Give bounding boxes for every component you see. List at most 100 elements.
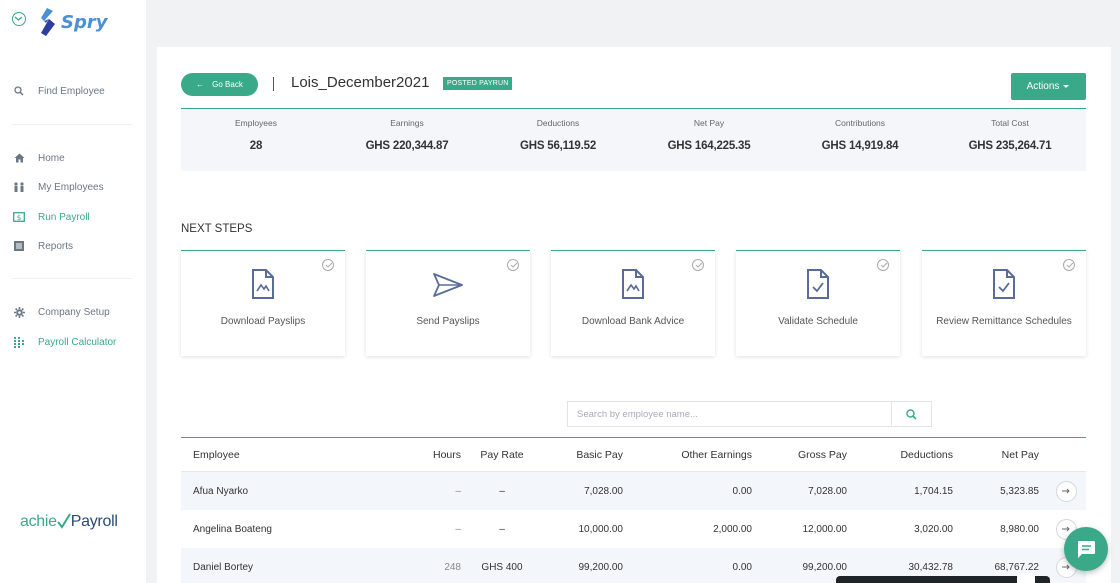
basic-pay-value: 10,000.00 [578,523,624,535]
chevron-up-icon [1017,573,1035,583]
summary-label: Net Pay [693,118,725,128]
summary-employees: Employees 28 [181,109,331,152]
arrow-right-icon [1062,488,1070,494]
arrow-left-icon: ← [196,80,205,89]
sidebar-item-label: Run Payroll [38,211,90,223]
hours-value: – [455,485,461,497]
summary-label: Contributions [834,118,886,128]
step-label: Download Payslips [220,316,306,327]
go-back-button[interactable]: ← Go Back [181,73,258,96]
summary-label: Employees [234,118,278,128]
sidebar-item-run-payroll[interactable]: $ Run Payroll [13,211,90,223]
check-circle-icon [877,259,889,271]
sidebar-item-label: My Employees [38,181,104,193]
col-net-pay: Net Pay [1001,448,1039,461]
summary-net-pay: Net Pay GHS 164,225.35 [634,109,784,152]
other-earnings-value: 2,000.00 [713,523,752,535]
col-other-earnings: Other Earnings [681,448,752,461]
footer-brand-logo: achie Payroll [20,513,118,530]
people-icon [13,181,25,193]
sidebar-item-reports[interactable]: Reports [13,240,73,252]
collapse-toggle-icon[interactable] [12,12,26,26]
svg-text:$: $ [17,214,21,222]
hours-value: – [455,523,461,535]
summary-label: Deductions [536,118,580,128]
payrun-detail-panel: ← Go Back Lois_December2021 POSTED PAYRU… [157,47,1111,583]
payrun-summary: Employees 28 Earnings GHS 220,344.87 Ded… [181,108,1086,171]
sidebar-divider [12,124,132,125]
gear-icon [13,306,25,318]
calculator-icon [13,336,25,348]
hours-value: 248 [444,561,461,573]
validate-document-icon [806,269,830,304]
other-earnings-value: 0.00 [732,561,752,573]
search-button[interactable] [891,402,931,426]
other-earnings-value: 0.00 [732,485,752,497]
status-badge: POSTED PAYRUN [443,77,513,90]
summary-value: GHS 220,344.87 [365,140,449,152]
employee-search [567,401,932,427]
home-icon [13,152,25,164]
step-card-send-payslips[interactable]: Send Payslips [366,250,530,356]
sidebar-item-label: Reports [38,240,74,252]
remittance-document-icon [992,269,1016,304]
col-pay-rate: Pay Rate [480,448,524,461]
bottom-drawer-handle[interactable] [836,573,1050,583]
sidebar-item-find-employee[interactable]: Find Employee [13,85,105,97]
table-header: Employee Hours Pay Rate Basic Pay Other … [181,438,1086,472]
payslip-document-icon [251,269,275,304]
search-icon [906,408,917,420]
summary-label: Total Cost [991,118,1029,128]
sidebar-item-label: Find Employee [38,85,105,97]
step-card-download-bank-advice[interactable]: Download Bank Advice [551,250,715,356]
table-row[interactable]: Angelina Boateng – – 10,000.00 2,000.00 … [181,510,1086,548]
deductions-value: 3,020.00 [914,523,953,535]
col-deductions: Deductions [900,448,953,461]
checkmark-logo-icon [56,513,71,529]
actions-dropdown-button[interactable]: Actions [1011,73,1086,100]
search-icon [13,85,25,97]
sidebar-item-company-setup[interactable]: Company Setup [13,306,110,318]
pay-rate-value: – [499,485,505,497]
title-divider [273,77,274,91]
sidebar-item-payroll-calculator[interactable]: Payroll Calculator [13,336,116,348]
summary-value: GHS 56,119.52 [519,140,597,152]
col-employee: Employee [193,448,240,461]
sidebar-item-my-employees[interactable]: My Employees [13,181,104,193]
step-label: Validate Schedule [778,316,858,327]
app-logo[interactable]: Spry [38,7,107,37]
step-card-review-remittance[interactable]: Review Remittance Schedules [922,250,1086,356]
gross-pay-value: 7,028.00 [808,485,847,497]
page-title: Lois_December2021 [291,74,430,91]
step-card-validate-schedule[interactable]: Validate Schedule [736,250,900,356]
step-card-download-payslips[interactable]: Download Payslips [181,250,345,356]
search-input[interactable] [568,402,892,426]
summary-value: GHS 235,264.71 [968,140,1052,152]
summary-contributions: Contributions GHS 14,919.84 [785,109,935,152]
chat-bubble-icon [1078,540,1095,558]
step-label: Review Remittance Schedules [936,316,1072,327]
gross-pay-value: 12,000.00 [802,523,848,535]
actions-label: Actions [1026,81,1060,92]
col-basic-pay: Basic Pay [576,448,623,461]
chat-support-button[interactable] [1064,527,1108,571]
col-gross-pay: Gross Pay [797,448,847,461]
check-circle-icon [322,259,334,271]
go-back-label: Go Back [212,80,243,89]
step-label: Download Bank Advice [581,316,685,327]
arrow-right-icon [1062,564,1070,570]
spry-logo-icon [41,8,55,36]
summary-total-cost: Total Cost GHS 235,264.71 [935,109,1085,152]
employee-name: Daniel Bortey [193,561,254,573]
summary-value: 28 [249,140,263,152]
basic-pay-value: 7,028.00 [584,485,623,497]
sidebar-divider [12,278,132,279]
table-row[interactable]: Afua Nyarko – – 7,028.00 0.00 7,028.00 1… [181,472,1086,510]
reports-icon [13,240,25,252]
col-hours: Hours [432,448,461,461]
row-details-button[interactable] [1055,480,1077,502]
next-steps-heading: NEXT STEPS [181,223,253,235]
app-name: Spry [61,11,108,33]
pay-rate-value: GHS 400 [481,561,523,573]
sidebar-item-home[interactable]: Home [13,152,65,164]
